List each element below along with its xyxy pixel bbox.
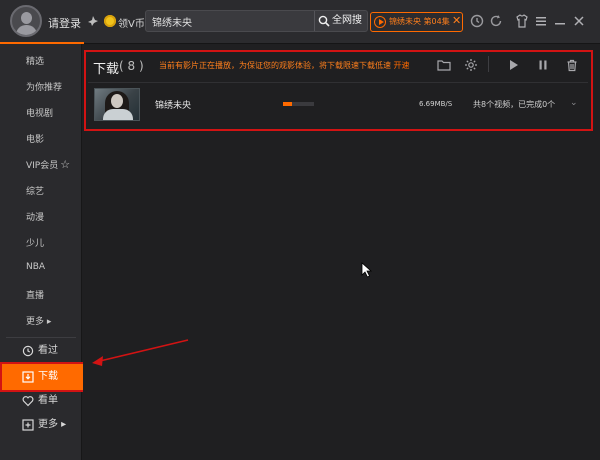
folder-icon[interactable] [437, 58, 451, 72]
pause-icon[interactable] [536, 58, 550, 72]
trash-icon[interactable] [565, 58, 579, 72]
download-count: ( 8 ) [119, 59, 144, 73]
refresh-icon[interactable] [488, 13, 504, 29]
sidebar-item-vip-label: VIP会员 [26, 161, 59, 171]
play-circle-icon [374, 16, 386, 28]
sidebar-item-vip[interactable]: VIP会员 ☆ [26, 158, 70, 171]
download-speed: 6.69MB/S [419, 100, 453, 108]
bird-icon[interactable] [87, 15, 99, 27]
mouse-cursor-icon [361, 262, 373, 278]
sidebar-item-more[interactable]: 更多 ▸ [6, 414, 82, 436]
sidebar: 精选 为你推荐 电视剧 电影 VIP会员 ☆ 综艺 动漫 少儿 NBA 直播 更多… [0, 44, 84, 460]
download-highlight-box [0, 362, 85, 392]
speed-up-link[interactable]: 开速 [394, 61, 410, 70]
sidebar-item-more-categories[interactable]: 更多 ▸ [26, 314, 51, 327]
star-icon: ☆ [60, 158, 71, 171]
search-bar: 全网搜 [145, 10, 368, 32]
sidebar-item-tv[interactable]: 电视剧 [26, 106, 53, 119]
sidebar-divider [6, 337, 76, 338]
download-progress-fill [283, 102, 293, 106]
sidebar-item-variety[interactable]: 综艺 [26, 184, 44, 197]
speed-limit-notice-text: 当前有影片正在播放，为保证您的观影体验，将下载限速下载低速 [159, 61, 391, 70]
close-icon[interactable]: ✕ [452, 14, 461, 27]
sidebar-item-anime[interactable]: 动漫 [26, 210, 44, 223]
sidebar-item-watchlist-label: 看单 [38, 395, 58, 406]
sidebar-item-history-label: 看过 [38, 345, 58, 356]
sidebar-item-watchlist[interactable]: 看单 [6, 390, 82, 412]
vcoin-icon[interactable] [104, 15, 116, 27]
close-window-icon[interactable] [571, 13, 587, 29]
settings-icon[interactable] [464, 58, 478, 72]
video-thumbnail[interactable] [94, 88, 140, 121]
download-status: 共8个视频，已完成0个 [473, 100, 556, 109]
sidebar-item-kids[interactable]: 少儿 [26, 236, 44, 249]
skin-icon[interactable] [514, 13, 530, 29]
search-button[interactable]: 全网搜 [316, 11, 368, 31]
search-icon [318, 15, 330, 27]
user-avatar[interactable] [10, 5, 42, 37]
history-icon [22, 345, 34, 357]
plus-square-icon [22, 419, 34, 431]
chevron-down-icon[interactable]: ⌄ [570, 98, 578, 108]
vcoin-label[interactable]: 领V币 [118, 15, 145, 30]
speed-limit-notice: 当前有影片正在播放，为保证您的观影体验，将下载限速下载低速 开速 [159, 60, 410, 71]
login-link[interactable]: 请登录 [48, 15, 81, 31]
search-button-label: 全网搜 [332, 15, 362, 26]
now-playing-tab[interactable]: 锦绣未央 第04集 ✕ [370, 12, 463, 32]
page-title: 下载 [93, 62, 120, 77]
sidebar-item-more-label: 更多 ▸ [38, 419, 67, 430]
sidebar-item-nba[interactable]: NBA [26, 262, 45, 272]
top-bar: 请登录 领V币 全网搜 锦绣未央 第04集 ✕ [0, 0, 600, 44]
minimize-icon[interactable] [552, 13, 568, 29]
sidebar-item-movies[interactable]: 电影 [26, 132, 44, 145]
sidebar-item-recommended[interactable]: 为你推荐 [26, 80, 62, 93]
download-panel: 下载 ( 8 ) 当前有影片正在播放，为保证您的观影体验，将下载限速下载低速 开… [83, 44, 600, 460]
now-playing-title: 锦绣未央 第04集 [389, 17, 450, 26]
play-icon[interactable] [506, 58, 520, 72]
history-clock-icon[interactable] [469, 13, 485, 29]
download-item-title[interactable]: 锦绣未央 [155, 98, 191, 111]
heart-list-icon [22, 396, 34, 407]
download-progress-bar [283, 102, 314, 106]
header-divider [88, 82, 588, 83]
menu-icon[interactable] [533, 13, 549, 29]
sidebar-item-history[interactable]: 看过 [6, 340, 82, 362]
sidebar-item-featured[interactable]: 精选 [26, 54, 44, 67]
search-input[interactable] [152, 13, 312, 29]
sidebar-item-live[interactable]: 直播 [26, 288, 44, 301]
